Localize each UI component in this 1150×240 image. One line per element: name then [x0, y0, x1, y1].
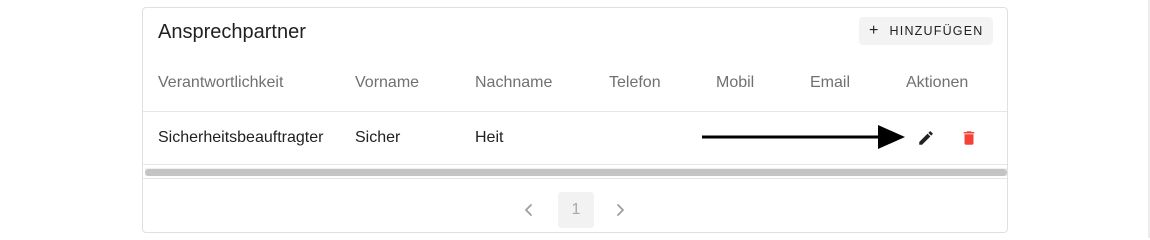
page-number-current[interactable]: 1 — [558, 192, 594, 228]
scrollbar-thumb[interactable] — [145, 169, 1007, 176]
footer-divider — [143, 178, 1007, 179]
cell-verantwortlichkeit: Sicherheitsbeauftragter — [158, 129, 324, 146]
delete-icon — [963, 131, 975, 145]
column-header-nachname[interactable]: Nachname — [475, 74, 552, 92]
horizontal-scrollbar[interactable] — [145, 168, 1007, 176]
next-page-button[interactable] — [610, 200, 630, 220]
add-contact-button[interactable]: + HINZUFÜGEN — [859, 17, 993, 45]
chevron-right-icon — [617, 204, 624, 216]
plus-icon: + — [869, 22, 880, 39]
column-header-mobil[interactable]: Mobil — [716, 74, 754, 92]
column-header-telefon[interactable]: Telefon — [609, 74, 661, 92]
chevron-left-icon — [525, 204, 532, 216]
annotation-arrow-icon — [702, 125, 905, 149]
column-header-aktionen: Aktionen — [906, 74, 969, 91]
column-header-email[interactable]: Email — [810, 74, 850, 92]
delete-button[interactable] — [958, 127, 980, 149]
add-button-label: HINZUFÜGEN — [889, 24, 984, 38]
contacts-card: Ansprechpartner + HINZUFÜGEN Verantwortl… — [142, 7, 1008, 233]
cell-vorname: Sicher — [355, 129, 401, 146]
previous-page-button[interactable] — [519, 200, 539, 220]
column-header-verantwortlichkeit[interactable]: Verantwortlichkeit — [158, 74, 283, 92]
column-header-vorname[interactable]: Vorname — [355, 74, 419, 92]
row-divider — [143, 164, 1007, 165]
edit-icon — [919, 131, 933, 145]
cell-nachname: Heit — [475, 129, 504, 146]
header-divider — [143, 111, 1007, 112]
edit-button[interactable] — [915, 127, 937, 149]
card-title: Ansprechpartner — [158, 21, 306, 43]
